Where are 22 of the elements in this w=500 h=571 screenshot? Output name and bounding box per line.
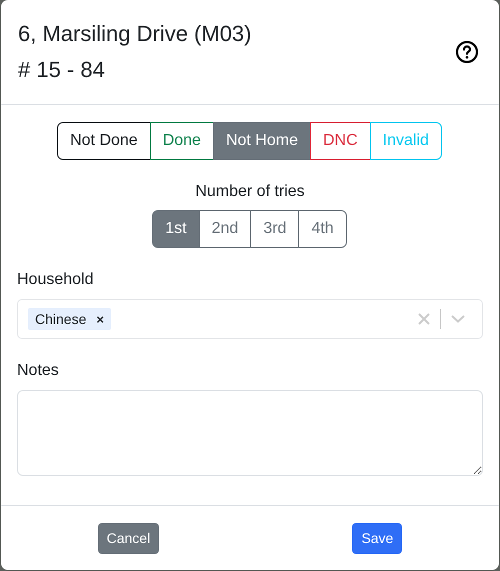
status-toggle[interactable]: Not Done (57, 122, 151, 160)
household-label: Household (17, 271, 94, 289)
chevron-down-icon[interactable] (451, 315, 465, 323)
notes-field[interactable] (17, 390, 483, 476)
notes-label: Notes (17, 362, 60, 380)
clear-icon[interactable] (418, 313, 430, 325)
tries-toggle[interactable]: 4th (298, 210, 347, 248)
cancel-button[interactable]: Cancel (98, 522, 160, 554)
tries-toggle[interactable]: 3rd (250, 210, 300, 248)
status-toggle[interactable]: Done (150, 122, 214, 160)
tries-label: Number of tries (194, 183, 306, 201)
status-toggle[interactable]: Not Home (212, 122, 311, 160)
save-button[interactable]: Save (352, 522, 402, 554)
modal-subtitle: # 15 - 84 (18, 56, 106, 84)
help-icon[interactable] (455, 40, 479, 64)
tries-toggle[interactable]: 2nd (198, 210, 252, 248)
tries-toggle[interactable]: 1st (152, 210, 200, 248)
tag-label: Chinese (35, 311, 86, 327)
status-toggle[interactable]: DNC (310, 122, 371, 160)
household-select[interactable]: Chinese × (17, 299, 483, 339)
modal-title: 6, Marsiling Drive (M03) (18, 20, 252, 48)
tag-remove[interactable]: × (96, 312, 104, 326)
